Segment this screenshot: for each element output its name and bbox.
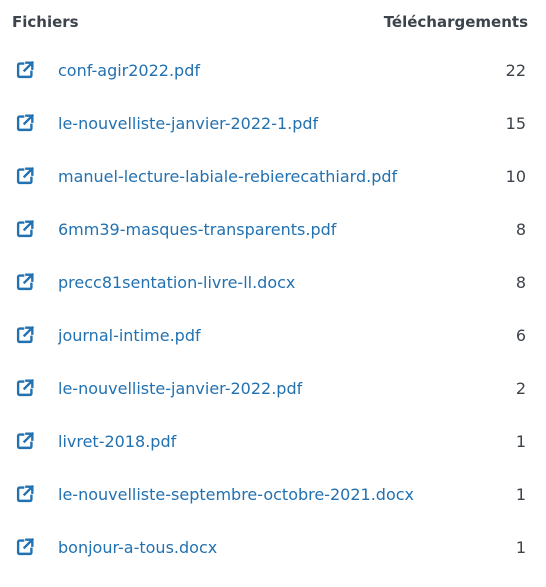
file-link[interactable]: conf-agir2022.pdf [58, 61, 478, 80]
external-link-icon[interactable] [14, 536, 36, 558]
file-row: le-nouvelliste-janvier-2022.pdf 2 [0, 375, 546, 428]
file-link[interactable]: precc81sentation-livre-ll.docx [58, 273, 478, 292]
external-link-icon[interactable] [14, 377, 36, 399]
file-link[interactable]: le-nouvelliste-janvier-2022.pdf [58, 379, 478, 398]
download-count: 1 [515, 538, 526, 557]
download-count: 2 [515, 379, 526, 398]
file-link[interactable]: manuel-lecture-labiale-rebierecathiard.p… [58, 167, 478, 186]
external-link-icon[interactable] [14, 165, 36, 187]
files-column-header: Fichiers [12, 13, 79, 31]
file-link[interactable]: 6mm39-masques-transparents.pdf [58, 220, 478, 239]
downloads-column-header: Téléchargements [383, 13, 528, 31]
file-link[interactable]: bonjour-a-tous.docx [58, 538, 478, 557]
file-row: le-nouvelliste-janvier-2022-1.pdf 15 [0, 110, 546, 163]
file-link[interactable]: le-nouvelliste-janvier-2022-1.pdf [58, 114, 478, 133]
download-count: 6 [515, 326, 526, 345]
file-row: le-nouvelliste-septembre-octobre-2021.do… [0, 481, 546, 534]
file-link[interactable]: journal-intime.pdf [58, 326, 478, 345]
external-link-icon[interactable] [14, 430, 36, 452]
file-row: journal-intime.pdf 6 [0, 322, 546, 375]
download-count: 15 [505, 114, 526, 133]
external-link-icon[interactable] [14, 271, 36, 293]
file-row: manuel-lecture-labiale-rebierecathiard.p… [0, 163, 546, 216]
file-row: 6mm39-masques-transparents.pdf 8 [0, 216, 546, 269]
external-link-icon[interactable] [14, 112, 36, 134]
file-row: conf-agir2022.pdf 22 [0, 57, 546, 110]
download-count: 1 [515, 485, 526, 504]
external-link-icon[interactable] [14, 324, 36, 346]
file-row: precc81sentation-livre-ll.docx 8 [0, 269, 546, 322]
file-link[interactable]: livret-2018.pdf [58, 432, 478, 451]
download-count: 10 [505, 167, 526, 186]
external-link-icon[interactable] [14, 483, 36, 505]
table-header: Fichiers Téléchargements [0, 0, 546, 44]
download-count: 8 [515, 220, 526, 239]
download-count: 22 [505, 61, 526, 80]
download-count: 1 [515, 432, 526, 451]
external-link-icon[interactable] [14, 218, 36, 240]
download-count: 8 [515, 273, 526, 292]
file-row: livret-2018.pdf 1 [0, 428, 546, 481]
external-link-icon[interactable] [14, 59, 36, 81]
file-link[interactable]: le-nouvelliste-septembre-octobre-2021.do… [58, 485, 478, 504]
file-list: conf-agir2022.pdf 22 le-nouvelliste-janv… [0, 57, 546, 587]
file-row: bonjour-a-tous.docx 1 [0, 534, 546, 587]
